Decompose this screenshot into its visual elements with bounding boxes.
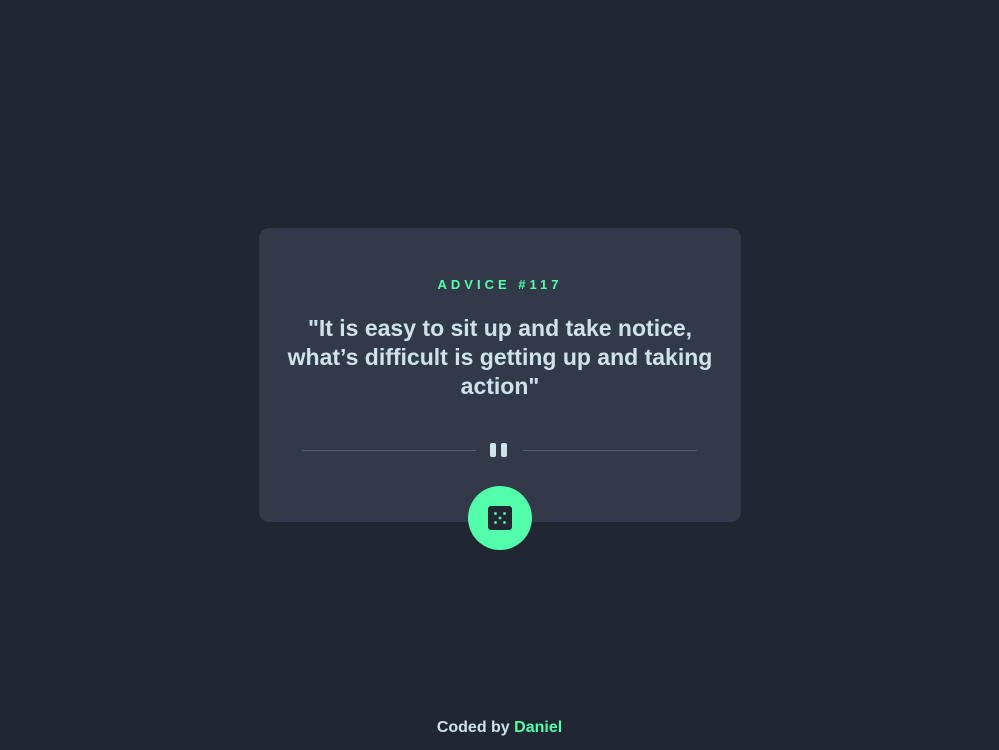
advice-id-label: ADVICE #117	[437, 277, 563, 292]
pattern-divider	[302, 441, 697, 459]
divider-line-right	[523, 450, 697, 451]
pause-icon	[489, 443, 509, 457]
footer-prefix: Coded by	[436, 719, 510, 736]
generate-advice-button[interactable]	[468, 486, 532, 550]
advice-card: ADVICE #117 "It is easy to sit up and ta…	[259, 228, 741, 550]
divider-line-left	[302, 450, 476, 451]
dice-icon	[488, 506, 512, 530]
author-link[interactable]: Daniel	[514, 719, 562, 736]
footer-attribution: Coded by Daniel	[0, 719, 999, 737]
advice-quote: "It is easy to sit up and take notice, w…	[287, 315, 713, 399]
